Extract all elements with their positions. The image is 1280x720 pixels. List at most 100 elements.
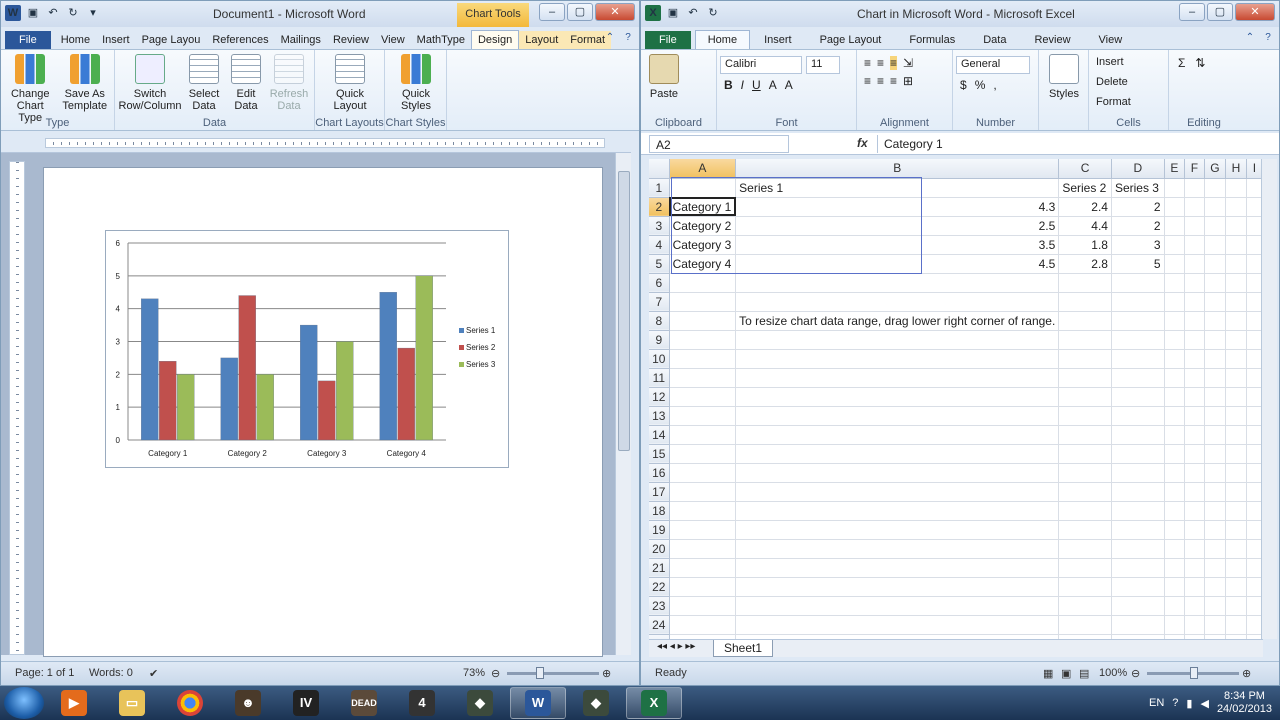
zoom-thumb[interactable]	[1190, 667, 1198, 679]
cell[interactable]	[1204, 349, 1227, 369]
change-chart-type-button[interactable]: Change Chart Type	[4, 52, 57, 124]
cell[interactable]	[1204, 482, 1227, 502]
cell[interactable]	[1111, 387, 1165, 407]
cell[interactable]	[669, 558, 737, 578]
cell[interactable]	[1184, 349, 1205, 369]
redo-icon[interactable]: ↻	[705, 5, 721, 21]
cell[interactable]	[1225, 292, 1247, 312]
cell[interactable]	[1058, 311, 1112, 331]
cell[interactable]	[735, 463, 1060, 483]
cell[interactable]	[1184, 368, 1205, 388]
taskbar-game-2[interactable]: IV	[278, 687, 334, 719]
cell[interactable]	[1111, 558, 1165, 578]
cell[interactable]: 5	[1111, 254, 1165, 274]
cell[interactable]: 4.4	[1058, 216, 1112, 236]
cell[interactable]	[1111, 292, 1165, 312]
horizontal-ruler[interactable]	[1, 133, 631, 153]
cell[interactable]: 4.3	[735, 197, 1060, 217]
cell[interactable]	[1058, 558, 1112, 578]
undo-icon[interactable]: ↶	[685, 5, 701, 21]
tab-insert[interactable]: Insert	[96, 31, 136, 49]
cell[interactable]	[669, 311, 737, 331]
cell[interactable]	[1111, 482, 1165, 502]
cell[interactable]	[669, 349, 737, 369]
cell[interactable]	[669, 292, 737, 312]
volume-icon[interactable]: ◀	[1200, 697, 1208, 710]
cell[interactable]: Category 3	[669, 235, 737, 255]
row-header[interactable]: 12	[649, 387, 670, 407]
underline-icon[interactable]: U	[752, 78, 761, 92]
excel-vertical-scrollbar[interactable]	[1261, 159, 1277, 639]
cell[interactable]	[1184, 615, 1205, 635]
cell[interactable]	[1204, 615, 1227, 635]
cell[interactable]	[1225, 387, 1247, 407]
worksheet-grid[interactable]: A B C D E F G H I 1 Series 1 Series 2 Serie…	[649, 159, 1263, 639]
cell[interactable]	[1111, 577, 1165, 597]
insert-cells-button[interactable]: Insert	[1096, 52, 1165, 72]
normal-view-icon[interactable]: ▦	[1043, 667, 1053, 680]
column-header-b[interactable]: B	[735, 159, 1060, 179]
zoom-out-icon[interactable]: ⊖	[491, 667, 500, 680]
percent-icon[interactable]: %	[975, 78, 986, 92]
cell[interactable]	[1204, 539, 1227, 559]
cell[interactable]	[1058, 463, 1112, 483]
cell[interactable]	[1204, 520, 1227, 540]
cell[interactable]	[1204, 406, 1227, 426]
cell[interactable]	[1225, 463, 1247, 483]
cell[interactable]	[1058, 368, 1112, 388]
cell[interactable]	[1058, 330, 1112, 350]
row-header[interactable]: 21	[649, 558, 670, 578]
grow-font-icon[interactable]: A	[769, 78, 777, 92]
row-header[interactable]: 13	[649, 406, 670, 426]
cell[interactable]	[1184, 197, 1205, 217]
taskbar-chrome[interactable]	[162, 687, 218, 719]
column-header-d[interactable]: D	[1111, 159, 1165, 179]
cell[interactable]	[735, 577, 1060, 597]
cell[interactable]	[735, 444, 1060, 464]
cell[interactable]	[735, 425, 1060, 445]
qat-customize-icon[interactable]: ▾	[85, 5, 101, 21]
cell[interactable]	[1111, 596, 1165, 616]
cell[interactable]: 2	[1111, 197, 1165, 217]
cell[interactable]	[669, 577, 737, 597]
cell[interactable]	[1204, 501, 1227, 521]
cell[interactable]	[1184, 216, 1205, 236]
column-header-g[interactable]: G	[1204, 159, 1227, 179]
cell[interactable]	[1164, 368, 1186, 388]
tab-data[interactable]: Data	[969, 31, 1020, 49]
select-data-button[interactable]: Select Data	[184, 52, 224, 112]
cell[interactable]	[1164, 311, 1186, 331]
tab-layout[interactable]: Layout	[519, 31, 565, 49]
cell[interactable]	[1164, 254, 1186, 274]
column-header-c[interactable]: C	[1058, 159, 1112, 179]
word-vertical-scrollbar[interactable]	[615, 153, 631, 655]
cell[interactable]	[1225, 273, 1247, 293]
tab-view[interactable]: View	[1085, 31, 1137, 49]
help-icon[interactable]: ?	[1261, 31, 1275, 45]
cell[interactable]	[1058, 482, 1112, 502]
cell[interactable]: Series 2	[1058, 178, 1112, 198]
page-count[interactable]: Page: 1 of 1	[15, 667, 74, 679]
align-left-icon[interactable]: ≡	[864, 74, 871, 88]
switch-row-column-button[interactable]: Switch Row/Column	[118, 52, 182, 112]
row-header[interactable]: 20	[649, 539, 670, 559]
row-header[interactable]: 7	[649, 292, 670, 312]
cell[interactable]	[1111, 406, 1165, 426]
cell[interactable]	[1184, 577, 1205, 597]
save-icon[interactable]: ▣	[665, 5, 681, 21]
cell[interactable]	[1225, 330, 1247, 350]
save-icon[interactable]: ▣	[25, 5, 41, 21]
delete-cells-button[interactable]: Delete	[1096, 72, 1165, 92]
cell[interactable]: 2.8	[1058, 254, 1112, 274]
cell[interactable]	[1204, 558, 1227, 578]
cell[interactable]	[1058, 387, 1112, 407]
taskbar-media-player[interactable]: ▶	[46, 687, 102, 719]
row-header[interactable]: 17	[649, 482, 670, 502]
network-icon[interactable]: ▮	[1186, 697, 1192, 710]
align-top-icon[interactable]: ≡	[864, 56, 871, 70]
tab-file[interactable]: File	[5, 31, 51, 49]
cell[interactable]	[1204, 292, 1227, 312]
close-icon[interactable]: ✕	[595, 3, 635, 21]
cell[interactable]	[1111, 425, 1165, 445]
cell[interactable]: Category 1	[669, 197, 737, 217]
